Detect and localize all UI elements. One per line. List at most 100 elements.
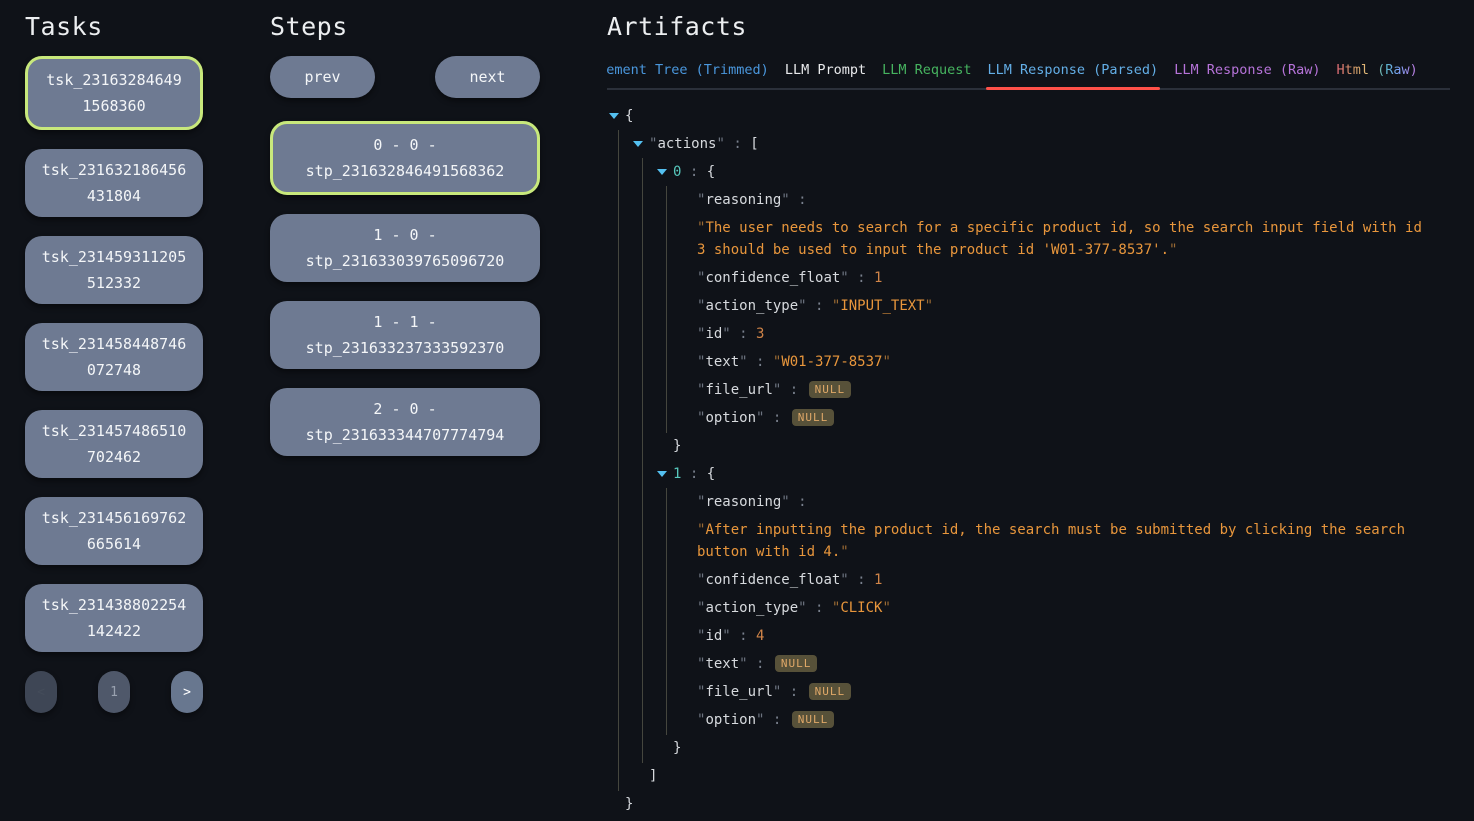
collapse-arrow-icon[interactable] [609, 113, 619, 119]
json-line: "reasoning" : [607, 491, 1437, 513]
task-item[interactable]: tsk_231632186456431804 [25, 149, 203, 217]
indent-guide [642, 516, 643, 567]
indent-guide [618, 734, 619, 763]
indent-guide [618, 460, 619, 489]
json-line: "confidence_float" : 1 [607, 267, 1437, 289]
collapse-arrow-icon[interactable] [633, 141, 643, 147]
step-item[interactable]: 2 - 0 - stp_231633344707774794 [270, 388, 540, 456]
collapse-arrow-icon[interactable] [657, 471, 667, 477]
json-line: { [607, 105, 1437, 127]
json-line: "file_url" : NULL [607, 379, 1437, 401]
indent-guide [666, 594, 667, 623]
json-line: "id" : 4 [607, 625, 1437, 647]
step-item[interactable]: 0 - 0 - stp_231632846491568362 [270, 121, 540, 195]
tab-llm-response-raw-[interactable]: LLM Response (Raw) [1174, 56, 1320, 90]
null-badge: NULL [809, 381, 852, 398]
json-line: "option" : NULL [607, 407, 1437, 429]
json-line: "After inputting the product id, the sea… [607, 519, 1437, 563]
indent-guide [642, 650, 643, 679]
indent-guide [618, 622, 619, 651]
page-number-button[interactable]: 1 [98, 671, 130, 713]
tab-llm-response-parsed-[interactable]: LLM Response (Parsed) [988, 56, 1159, 90]
json-line: "id" : 3 [607, 323, 1437, 345]
indent-guide [666, 264, 667, 293]
prev-page-button[interactable]: < [25, 671, 57, 713]
indent-guide [642, 292, 643, 321]
task-item[interactable]: tsk_231457486510702462 [25, 410, 203, 478]
indent-guide [642, 488, 643, 517]
task-item[interactable]: tsk_231632846491568360 [25, 56, 203, 130]
indent-guide [642, 678, 643, 707]
json-line: "action_type" : "CLICK" [607, 597, 1437, 619]
json-line: } [607, 737, 1437, 759]
indent-guide [618, 594, 619, 623]
indent-guide [618, 320, 619, 349]
json-line: "file_url" : NULL [607, 681, 1437, 703]
indent-guide [642, 376, 643, 405]
json-line: "option" : NULL [607, 709, 1437, 731]
indent-guide [642, 404, 643, 433]
indent-guide [618, 432, 619, 461]
indent-guide [642, 566, 643, 595]
indent-guide [666, 622, 667, 651]
indent-guide [618, 186, 619, 215]
indent-guide [618, 566, 619, 595]
indent-guide [666, 186, 667, 215]
indent-guide [666, 706, 667, 735]
indent-guide [618, 706, 619, 735]
step-item[interactable]: 1 - 0 - stp_231633039765096720 [270, 214, 540, 282]
indent-guide [642, 264, 643, 293]
json-line: ] [607, 765, 1437, 787]
task-item[interactable]: tsk_231458448746072748 [25, 323, 203, 391]
indent-guide [666, 376, 667, 405]
indent-guide [666, 320, 667, 349]
task-item[interactable]: tsk_231438802254142422 [25, 584, 203, 652]
indent-guide [642, 432, 643, 461]
json-line: 1 : { [607, 463, 1437, 485]
null-badge: NULL [809, 683, 852, 700]
next-page-button[interactable]: > [171, 671, 203, 713]
indent-guide [666, 214, 667, 265]
steps-panel: Steps prev next 0 - 0 - stp_231632846491… [270, 12, 540, 475]
indent-guide [618, 762, 619, 791]
indent-guide [642, 186, 643, 215]
json-line: 0 : { [607, 161, 1437, 183]
null-badge: NULL [792, 711, 835, 728]
artifacts-panel: Artifacts Element Tree (Trimmed) LLM Prom… [607, 12, 1450, 821]
artifact-tabs-bar: Element Tree (Trimmed) LLM Prompt LLM Requ… [607, 56, 1450, 90]
tab-llm-prompt[interactable]: LLM Prompt [785, 56, 866, 90]
json-line: "actions" : [ [607, 133, 1437, 155]
tab-element-tree-trimmed-[interactable]: Element Tree (Trimmed) [607, 56, 769, 90]
tasks-title: Tasks [25, 12, 203, 41]
task-item[interactable]: tsk_231459311205512332 [25, 236, 203, 304]
steps-title: Steps [270, 12, 540, 41]
step-item[interactable]: 1 - 1 - stp_231633237333592370 [270, 301, 540, 369]
collapse-arrow-icon[interactable] [657, 169, 667, 175]
indent-guide [666, 488, 667, 517]
json-line: } [607, 435, 1437, 457]
steps-nav: prev next [270, 56, 540, 98]
json-line: "reasoning" : [607, 189, 1437, 211]
step-list: 0 - 0 - stp_231632846491568362 1 - 0 - st… [270, 121, 540, 456]
artifacts-title: Artifacts [607, 12, 1450, 41]
json-line: "text" : NULL [607, 653, 1437, 675]
indent-guide [618, 348, 619, 377]
task-list: tsk_231632846491568360 tsk_23163218645643… [25, 56, 203, 652]
indent-guide [642, 158, 643, 187]
json-line: "The user needs to search for a specific… [607, 217, 1437, 261]
tab-html-raw-[interactable]: Html (Raw) [1337, 56, 1418, 90]
indent-guide [666, 516, 667, 567]
indent-guide [618, 158, 619, 187]
indent-guide [666, 292, 667, 321]
indent-guide [618, 516, 619, 567]
indent-guide [666, 566, 667, 595]
prev-step-button[interactable]: prev [270, 56, 375, 98]
tab-llm-request[interactable]: LLM Request [882, 56, 971, 90]
task-item[interactable]: tsk_231456169762665614 [25, 497, 203, 565]
indent-guide [642, 734, 643, 763]
indent-guide [642, 348, 643, 377]
indent-guide [618, 404, 619, 433]
tab-list: Element Tree (Trimmed) LLM Prompt LLM Requ… [607, 56, 1450, 90]
next-step-button[interactable]: next [435, 56, 540, 98]
indent-guide [618, 488, 619, 517]
